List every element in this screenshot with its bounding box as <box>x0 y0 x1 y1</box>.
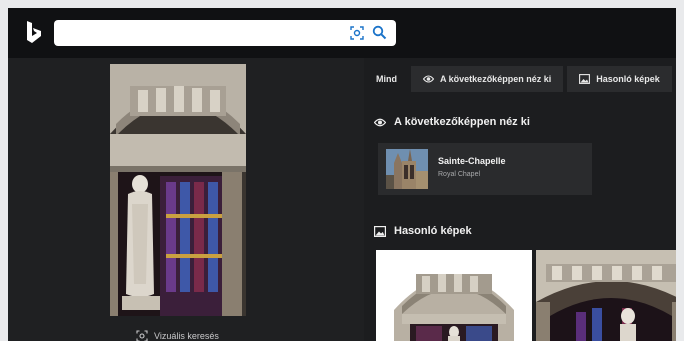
tab-looks-like[interactable]: A következőképpen néz ki <box>411 66 564 92</box>
section-title: Hasonló képek <box>394 225 472 237</box>
tab-label: A következőképpen néz ki <box>440 74 552 84</box>
visual-search-link[interactable]: Vizuális keresés <box>136 328 219 341</box>
search-icon[interactable] <box>372 25 387 40</box>
looks-like-heading: A következőképpen néz ki <box>374 116 530 128</box>
results-pane: Mind A következőképpen néz ki Hasonló ké… <box>364 58 676 341</box>
bing-visual-search-window: Vizuális keresés Mind A következőképpen … <box>8 8 676 341</box>
tab-label: Mind <box>376 74 397 84</box>
visual-search-icon <box>136 330 148 341</box>
looks-like-result-card[interactable]: Sainte-Chapelle Royal Chapel <box>378 143 592 195</box>
visual-search-icon[interactable] <box>350 26 364 40</box>
top-bar <box>8 8 676 58</box>
image-preview-pane: Vizuális keresés <box>8 58 364 341</box>
visual-search-label: Vizuális keresés <box>154 331 219 341</box>
eye-icon <box>374 118 386 126</box>
section-title: A következőképpen néz ki <box>394 116 530 128</box>
result-name: Sainte-Chapelle <box>438 156 506 166</box>
result-description: Royal Chapel <box>438 171 481 178</box>
image-icon <box>374 225 386 237</box>
bing-logo[interactable] <box>24 20 44 44</box>
results-tabs: Mind A következőképpen néz ki Hasonló ké… <box>366 66 672 92</box>
tab-all[interactable]: Mind <box>366 66 407 92</box>
similar-image-1[interactable] <box>376 250 532 341</box>
search-input[interactable] <box>62 24 346 44</box>
eye-icon <box>423 75 434 83</box>
preview-image[interactable] <box>110 64 246 316</box>
image-icon <box>579 74 591 84</box>
search-box <box>54 20 396 46</box>
tab-similar-images[interactable]: Hasonló képek <box>567 66 672 92</box>
similar-image-2[interactable] <box>536 250 676 341</box>
similar-images-heading: Hasonló képek <box>374 225 472 237</box>
result-thumbnail <box>386 149 428 189</box>
tab-label: Hasonló képek <box>596 74 660 84</box>
